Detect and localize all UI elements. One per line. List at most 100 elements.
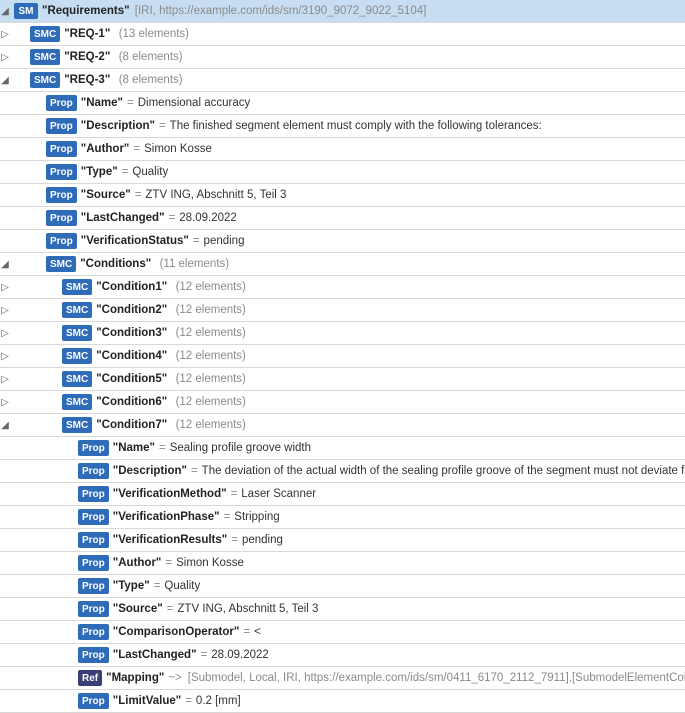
ref-row-c7-mapping[interactable]: ▷ Ref "Mapping" ~> [Submodel, Local, IRI… — [0, 667, 685, 690]
prop-label: "Name" — [113, 442, 155, 454]
expand-toggle-icon[interactable]: ▷ — [0, 30, 10, 40]
expand-toggle-icon[interactable]: ▷ — [0, 375, 10, 385]
prop-value: pending — [204, 235, 245, 247]
prop-row-c7-verificationphase[interactable]: ▷ Prop "VerificationPhase" = Stripping — [0, 506, 685, 529]
tree-row-req3[interactable]: ◢ SMC "REQ-3" (8 elements) — [0, 69, 685, 92]
prop-badge: Prop — [46, 118, 77, 134]
prop-value: Stripping — [234, 511, 279, 523]
prop-label: "VerificationMethod" — [113, 488, 227, 500]
prop-row-author[interactable]: ▷ Prop "Author" = Simon Kosse — [0, 138, 685, 161]
smc-badge: SMC — [62, 348, 92, 364]
prop-row-c7-type[interactable]: ▷ Prop "Type" = Quality — [0, 575, 685, 598]
node-name: "REQ-2" — [64, 51, 110, 63]
prop-label: "VerificationStatus" — [81, 235, 189, 247]
prop-label: "Type" — [113, 580, 150, 592]
prop-row-c7-verificationmethod[interactable]: ▷ Prop "VerificationMethod" = Laser Scan… — [0, 483, 685, 506]
prop-label: "Author" — [113, 557, 162, 569]
tree-row-condition5[interactable]: ▷ SMC "Condition5" (12 elements) — [0, 368, 685, 391]
prop-row-c7-verificationresults[interactable]: ▷ Prop "VerificationResults" = pending — [0, 529, 685, 552]
prop-value: Dimensional accuracy — [138, 97, 251, 109]
prop-row-lastchanged[interactable]: ▷ Prop "LastChanged" = 28.09.2022 — [0, 207, 685, 230]
prop-row-c7-author[interactable]: ▷ Prop "Author" = Simon Kosse — [0, 552, 685, 575]
smc-badge: SMC — [62, 371, 92, 387]
expand-toggle-icon[interactable]: ▷ — [0, 329, 10, 339]
node-count: (12 elements) — [169, 419, 246, 431]
prop-row-c7-lastchanged[interactable]: ▷ Prop "LastChanged" = 28.09.2022 — [0, 644, 685, 667]
expand-toggle-icon[interactable]: ◢ — [0, 260, 10, 270]
prop-row-c7-description[interactable]: ▷ Prop "Description" = The deviation of … — [0, 460, 685, 483]
ref-value: [Submodel, Local, IRI, https://example.c… — [188, 672, 685, 684]
expand-toggle-icon[interactable]: ◢ — [0, 7, 10, 17]
prop-label: "ComparisonOperator" — [113, 626, 240, 638]
prop-value: 28.09.2022 — [211, 649, 269, 661]
prop-row-c7-name[interactable]: ▷ Prop "Name" = Sealing profile groove w… — [0, 437, 685, 460]
prop-row-source[interactable]: ▷ Prop "Source" = ZTV ING, Abschnitt 5, … — [0, 184, 685, 207]
equals-icon: = — [159, 442, 166, 454]
tree-row-condition7[interactable]: ◢ SMC "Condition7" (12 elements) — [0, 414, 685, 437]
prop-row-c7-limitvalue[interactable]: ▷ Prop "LimitValue" = 0.2 [mm] — [0, 690, 685, 713]
smc-badge: SMC — [30, 49, 60, 65]
node-name: "Condition7" — [96, 419, 167, 431]
root-name: "Requirements" — [42, 5, 130, 17]
prop-value: ZTV ING, Abschnitt 5, Teil 3 — [145, 189, 286, 201]
prop-value: pending — [242, 534, 283, 546]
prop-label: "LimitValue" — [113, 695, 181, 707]
ref-badge: Ref — [78, 670, 102, 686]
node-name: "Condition1" — [96, 281, 167, 293]
expand-toggle-icon[interactable]: ▷ — [0, 53, 10, 63]
node-count: (12 elements) — [169, 327, 246, 339]
prop-label: "Source" — [113, 603, 163, 615]
tree-row-req1[interactable]: ▷ SMC "REQ-1" (13 elements) — [0, 23, 685, 46]
node-count: (12 elements) — [169, 281, 246, 293]
tree-row-req2[interactable]: ▷ SMC "REQ-2" (8 elements) — [0, 46, 685, 69]
smc-badge: SMC — [30, 26, 60, 42]
prop-label: "LastChanged" — [113, 649, 197, 661]
tree-root-row[interactable]: ◢ SM "Requirements" [IRI, https://exampl… — [0, 0, 685, 23]
equals-icon: = — [231, 488, 238, 500]
prop-row-description[interactable]: ▷ Prop "Description" = The finished segm… — [0, 115, 685, 138]
prop-badge: Prop — [78, 693, 109, 709]
node-name: "Condition6" — [96, 396, 167, 408]
equals-icon: = — [185, 695, 192, 707]
prop-label: "Name" — [81, 97, 123, 109]
tree-row-condition4[interactable]: ▷ SMC "Condition4" (12 elements) — [0, 345, 685, 368]
smc-badge: SMC — [62, 279, 92, 295]
tree-row-conditions[interactable]: ◢ SMC "Conditions" (11 elements) — [0, 253, 685, 276]
equals-icon: = — [201, 649, 208, 661]
prop-row-c7-source[interactable]: ▷ Prop "Source" = ZTV ING, Abschnitt 5, … — [0, 598, 685, 621]
tree-row-condition3[interactable]: ▷ SMC "Condition3" (12 elements) — [0, 322, 685, 345]
expand-toggle-icon[interactable]: ▷ — [0, 306, 10, 316]
expand-toggle-icon[interactable]: ◢ — [0, 76, 10, 86]
prop-badge: Prop — [78, 486, 109, 502]
prop-label: "VerificationResults" — [113, 534, 227, 546]
expand-toggle-icon[interactable]: ▷ — [0, 283, 10, 293]
expand-toggle-icon[interactable]: ▷ — [0, 352, 10, 362]
sm-badge: SM — [14, 3, 38, 19]
smc-badge: SMC — [62, 302, 92, 318]
prop-label: "Type" — [81, 166, 118, 178]
smc-badge: SMC — [30, 72, 60, 88]
node-name: "REQ-1" — [64, 28, 110, 40]
prop-badge: Prop — [78, 509, 109, 525]
prop-badge: Prop — [78, 601, 109, 617]
prop-row-name[interactable]: ▷ Prop "Name" = Dimensional accuracy — [0, 92, 685, 115]
prop-row-c7-comparisonoperator[interactable]: ▷ Prop "ComparisonOperator" = < — [0, 621, 685, 644]
prop-badge: Prop — [78, 440, 109, 456]
node-count: (8 elements) — [112, 51, 182, 63]
node-name: "Condition3" — [96, 327, 167, 339]
expand-toggle-icon[interactable]: ▷ — [0, 398, 10, 408]
prop-row-verificationstatus[interactable]: ▷ Prop "VerificationStatus" = pending — [0, 230, 685, 253]
tree-row-condition1[interactable]: ▷ SMC "Condition1" (12 elements) — [0, 276, 685, 299]
node-name: "Condition5" — [96, 373, 167, 385]
tree-row-condition2[interactable]: ▷ SMC "Condition2" (12 elements) — [0, 299, 685, 322]
node-count: (11 elements) — [153, 258, 229, 270]
prop-badge: Prop — [46, 210, 77, 226]
prop-label: "VerificationPhase" — [113, 511, 220, 523]
prop-badge: Prop — [78, 578, 109, 594]
prop-value: Quality — [132, 166, 168, 178]
prop-row-type[interactable]: ▷ Prop "Type" = Quality — [0, 161, 685, 184]
tree-row-condition6[interactable]: ▷ SMC "Condition6" (12 elements) — [0, 391, 685, 414]
prop-badge: Prop — [78, 647, 109, 663]
expand-toggle-icon[interactable]: ◢ — [0, 421, 10, 431]
node-count: (12 elements) — [169, 396, 246, 408]
